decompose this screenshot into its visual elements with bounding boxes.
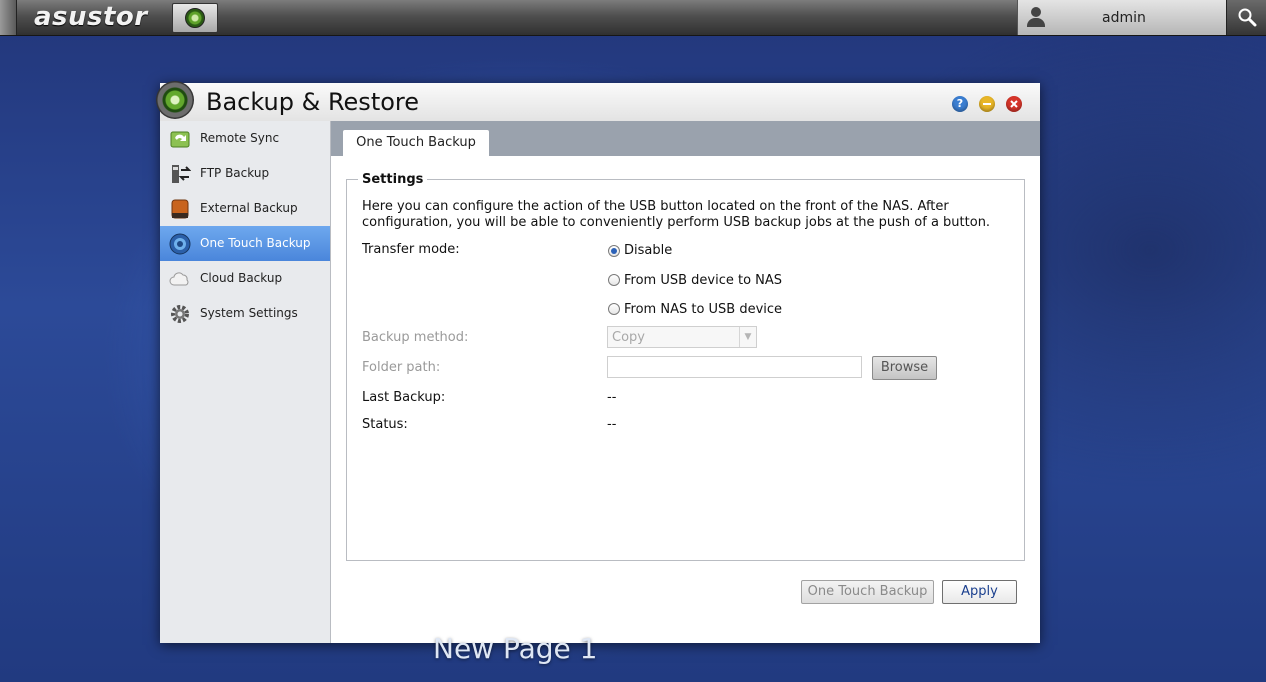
radio-disable-label[interactable]: Disable <box>624 243 672 258</box>
backup-restore-app-icon <box>156 81 194 119</box>
settings-description: Here you can configure the action of the… <box>362 199 991 230</box>
sidebar-item-ftp-backup[interactable]: FTP Backup <box>160 156 330 191</box>
radio-usb-to-nas[interactable] <box>608 274 620 286</box>
sidebar-item-label: External Backup <box>200 201 298 215</box>
sidebar-item-external-backup[interactable]: External Backup <box>160 191 330 226</box>
sidebar-item-remote-sync[interactable]: Remote Sync <box>160 121 330 156</box>
sidebar-item-label: One Touch Backup <box>200 236 311 250</box>
status-value: -- <box>607 417 617 432</box>
sidebar-item-label: System Settings <box>200 306 298 320</box>
chevron-down-icon: ▼ <box>739 327 756 347</box>
sidebar-item-system-settings[interactable]: System Settings <box>160 296 330 331</box>
sidebar: Remote Sync FTP Backup External Backup O… <box>160 121 331 643</box>
tab-one-touch-backup[interactable]: One Touch Backup <box>343 130 489 156</box>
folder-path-label: Folder path: <box>362 360 441 375</box>
backup-method-value: Copy <box>612 330 645 345</box>
top-bar-grip[interactable] <box>0 0 17 35</box>
help-icon: ? <box>956 97 964 110</box>
apply-button[interactable]: Apply <box>942 580 1017 604</box>
transfer-mode-label: Transfer mode: <box>362 242 460 257</box>
username: admin <box>1102 10 1146 26</box>
backup-app-icon <box>185 8 205 28</box>
close-button[interactable] <box>1006 96 1022 112</box>
user-menu[interactable]: admin <box>1017 0 1226 35</box>
sidebar-item-one-touch-backup[interactable]: One Touch Backup <box>160 226 330 261</box>
sidebar-item-cloud-backup[interactable]: Cloud Backup <box>160 261 330 296</box>
settings-legend: Settings <box>358 172 428 187</box>
window-titlebar[interactable]: Backup & Restore ? <box>156 81 1040 122</box>
browse-button[interactable]: Browse <box>872 356 937 380</box>
top-bar: asustor admin <box>0 0 1266 36</box>
radio-disable[interactable] <box>608 245 620 257</box>
folder-path-input[interactable] <box>607 356 862 378</box>
one-touch-icon <box>169 233 191 255</box>
window-title: Backup & Restore <box>206 88 420 116</box>
sidebar-item-label: FTP Backup <box>200 166 270 180</box>
radio-usb-to-nas-label[interactable]: From USB device to NAS <box>624 273 782 288</box>
remote-sync-icon <box>170 131 190 148</box>
cloud-icon <box>169 272 189 286</box>
sidebar-item-label: Cloud Backup <box>200 271 283 285</box>
search-icon <box>1238 8 1257 27</box>
one-touch-backup-button[interactable]: One Touch Backup <box>801 580 934 604</box>
radio-nas-to-usb[interactable] <box>608 303 620 315</box>
radio-nas-to-usb-label[interactable]: From NAS to USB device <box>624 302 782 317</box>
status-label: Status: <box>362 417 408 432</box>
close-icon <box>1010 100 1018 108</box>
desktop-page-label: New Page 1 <box>433 632 598 665</box>
search-button[interactable] <box>1226 0 1266 35</box>
help-button[interactable]: ? <box>952 96 968 112</box>
taskbar-app-button[interactable] <box>172 3 218 33</box>
backup-restore-window: Backup & Restore ? Remote Sync FTP Backu… <box>156 81 1040 643</box>
ftp-backup-icon <box>172 165 191 183</box>
backup-method-label: Backup method: <box>362 330 469 345</box>
tab-strip: One Touch Backup <box>331 121 1040 156</box>
gear-icon <box>171 305 189 323</box>
brand-logo: asustor <box>34 2 148 32</box>
external-drive-icon <box>171 199 189 219</box>
backup-method-select[interactable]: Copy ▼ <box>607 326 757 348</box>
last-backup-value: -- <box>607 390 617 405</box>
minimize-button[interactable] <box>979 96 995 112</box>
last-backup-label: Last Backup: <box>362 390 446 405</box>
sidebar-item-label: Remote Sync <box>200 131 280 145</box>
user-avatar-icon <box>1026 7 1046 27</box>
